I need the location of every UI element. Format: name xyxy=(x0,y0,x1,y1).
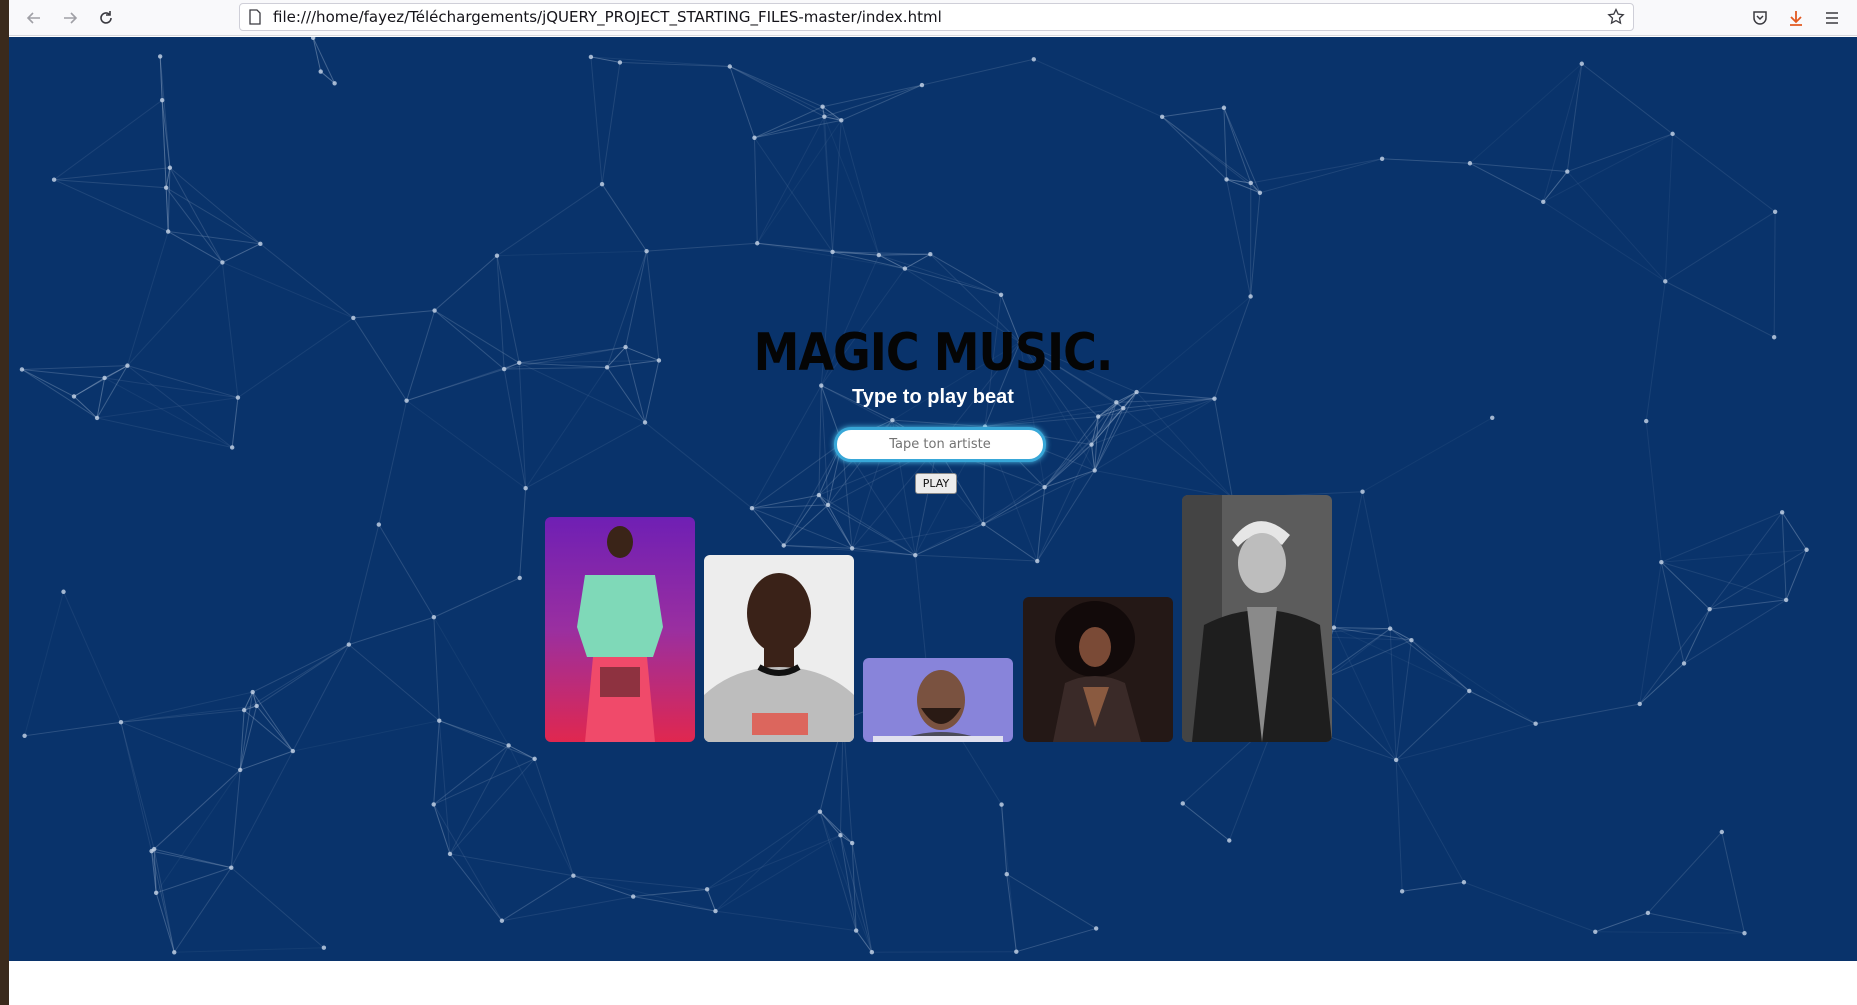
particle-network-background xyxy=(19,37,1809,955)
logo-title: MAGIC MUSIC. xyxy=(753,321,1114,383)
download-icon[interactable] xyxy=(1785,7,1807,29)
desktop-edge xyxy=(0,0,9,1005)
browser-toolbar: file:///home/fayez/Téléchargements/jQUER… xyxy=(9,0,1857,36)
artist-search-input[interactable] xyxy=(837,430,1043,459)
artist-card-4[interactable] xyxy=(1023,597,1173,742)
reload-icon[interactable] xyxy=(95,7,117,29)
pocket-icon[interactable] xyxy=(1749,7,1771,29)
artist-card-3[interactable] xyxy=(863,658,1013,742)
menu-icon[interactable] xyxy=(1821,7,1843,29)
back-icon[interactable] xyxy=(23,7,45,29)
artist-card-1[interactable] xyxy=(545,517,695,742)
page-viewport: MAGIC MUSIC. Type to play beat PLAY xyxy=(9,37,1857,961)
page-subtitle: Type to play beat xyxy=(852,386,1014,408)
bookmark-star-icon[interactable] xyxy=(1607,7,1625,30)
page-icon xyxy=(248,9,262,29)
url-text: file:///home/fayez/Téléchargements/jQUER… xyxy=(273,8,942,26)
play-button[interactable]: PLAY xyxy=(915,473,957,494)
url-bar[interactable]: file:///home/fayez/Téléchargements/jQUER… xyxy=(239,3,1634,31)
artist-card-2[interactable] xyxy=(704,555,854,742)
forward-icon[interactable] xyxy=(59,7,81,29)
artist-card-5[interactable] xyxy=(1182,495,1332,742)
